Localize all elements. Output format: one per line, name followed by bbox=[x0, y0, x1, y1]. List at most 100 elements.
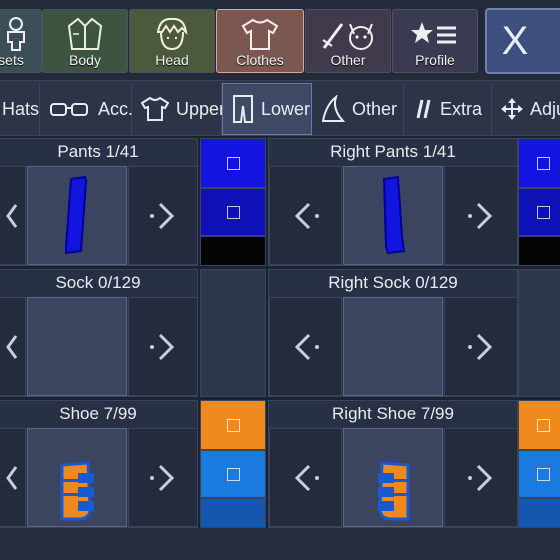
chevron-left-icon bbox=[294, 202, 319, 229]
sock-next-button[interactable] bbox=[128, 297, 198, 396]
bottom-strip bbox=[0, 528, 560, 560]
sock-prev-button[interactable] bbox=[0, 297, 26, 396]
tab-head-label: Head bbox=[155, 52, 189, 68]
chevron-left-icon bbox=[294, 464, 319, 491]
pants-color-primary[interactable] bbox=[200, 138, 266, 188]
right-shoe-title: Right Shoe 7/99 bbox=[269, 401, 517, 427]
shirt-icon bbox=[217, 16, 303, 52]
right-pants-prev-button[interactable] bbox=[269, 166, 342, 265]
close-button[interactable]: X bbox=[485, 8, 560, 74]
sock-preview[interactable] bbox=[27, 297, 127, 396]
tab-presets-label: sets bbox=[0, 52, 24, 68]
tab-presets[interactable]: sets bbox=[0, 9, 42, 73]
subtab-accessories[interactable]: Acc. bbox=[40, 83, 134, 135]
color-square-icon bbox=[227, 157, 240, 170]
right-shoe-next-button[interactable] bbox=[444, 428, 518, 527]
pants-color-secondary[interactable] bbox=[200, 188, 266, 236]
subtab-other-label: Other bbox=[352, 98, 398, 119]
tab-profile-label: Profile bbox=[415, 52, 455, 68]
subtab-accessories-label: Acc. bbox=[98, 98, 134, 119]
color-square-icon bbox=[537, 206, 550, 219]
shoe-color-primary[interactable] bbox=[200, 400, 266, 450]
pants-next-button[interactable] bbox=[128, 166, 198, 265]
right-shoe-preview[interactable] bbox=[343, 428, 443, 527]
shoe-item-image bbox=[60, 461, 94, 521]
chevron-right-icon bbox=[468, 202, 493, 229]
character-editor: sets Body Head Clothes Other Profile X H… bbox=[0, 0, 560, 560]
close-icon: X bbox=[501, 19, 529, 63]
pants-item-image bbox=[65, 175, 88, 255]
chevron-right-icon bbox=[468, 333, 493, 360]
tab-body-label: Body bbox=[69, 52, 101, 68]
color-square-icon bbox=[227, 419, 240, 432]
right-shoe-color-tertiary[interactable] bbox=[518, 498, 560, 528]
tab-profile[interactable]: Profile bbox=[392, 9, 478, 73]
shoe-preview[interactable] bbox=[27, 428, 127, 527]
chevron-right-icon bbox=[468, 464, 493, 491]
sock-title: Sock 0/129 bbox=[0, 270, 197, 296]
chevron-left-icon bbox=[5, 334, 17, 359]
shoe-color-tertiary[interactable] bbox=[200, 498, 266, 528]
right-shoe-prev-button[interactable] bbox=[269, 428, 342, 527]
shoe-next-button[interactable] bbox=[128, 428, 198, 527]
shoe-slot: Shoe 7/99 bbox=[0, 400, 198, 528]
tab-body[interactable]: Body bbox=[42, 9, 128, 73]
color-square-icon bbox=[537, 468, 550, 481]
jacket-icon bbox=[43, 16, 127, 52]
right-pants-color-secondary[interactable] bbox=[518, 188, 560, 236]
right-pants-preview[interactable] bbox=[343, 166, 443, 265]
right-pants-slot: Right Pants 1/41 bbox=[268, 138, 518, 266]
color-square-icon bbox=[227, 468, 240, 481]
color-square-icon bbox=[227, 206, 240, 219]
subtab-upper-label: Upper bbox=[176, 98, 226, 119]
right-shoe-slot: Right Shoe 7/99 bbox=[268, 400, 518, 528]
shark-fin-icon bbox=[321, 95, 346, 122]
right-pants-next-button[interactable] bbox=[444, 166, 518, 265]
chevron-left-icon bbox=[5, 465, 17, 490]
tab-other-label: Other bbox=[330, 52, 366, 68]
right-pants-item-image bbox=[382, 175, 406, 255]
tab-head[interactable]: Head bbox=[129, 9, 215, 73]
right-sock-title: Right Sock 0/129 bbox=[269, 270, 517, 296]
subtab-hats[interactable]: Hats bbox=[0, 83, 40, 135]
chevron-left-icon bbox=[294, 333, 319, 360]
pants-preview[interactable] bbox=[27, 166, 127, 265]
subtab-adjust-label: Adjus bbox=[530, 98, 560, 119]
pants-title: Pants 1/41 bbox=[0, 139, 197, 165]
right-sock-next-button[interactable] bbox=[444, 297, 518, 396]
sock-slot: Sock 0/129 bbox=[0, 269, 198, 397]
subtab-upper[interactable]: Upper bbox=[132, 83, 226, 135]
right-sock-prev-button[interactable] bbox=[269, 297, 342, 396]
glasses-icon bbox=[50, 103, 88, 116]
presets-icon bbox=[0, 16, 41, 52]
pants-color-tertiary[interactable] bbox=[200, 236, 266, 266]
chevron-left-icon bbox=[5, 203, 17, 228]
pants-icon bbox=[233, 95, 253, 123]
pants-prev-button[interactable] bbox=[0, 166, 26, 265]
color-square-icon bbox=[537, 419, 550, 432]
star-list-icon bbox=[393, 16, 477, 52]
subtab-lower-label: Lower bbox=[261, 98, 311, 119]
pants-slot: Pants 1/41 bbox=[0, 138, 198, 266]
right-pants-color-primary[interactable] bbox=[518, 138, 560, 188]
shoe-prev-button[interactable] bbox=[0, 428, 26, 527]
right-shoe-color-primary[interactable] bbox=[518, 400, 560, 450]
head-icon bbox=[130, 16, 214, 52]
tab-clothes[interactable]: Clothes bbox=[216, 9, 304, 73]
shoe-color-secondary[interactable] bbox=[200, 450, 266, 498]
right-sock-color-empty bbox=[518, 269, 560, 397]
subtab-lower[interactable]: Lower bbox=[222, 83, 312, 135]
shoe-title: Shoe 7/99 bbox=[0, 401, 197, 427]
move-arrows-icon bbox=[501, 98, 523, 120]
subtab-extra[interactable]: Extra bbox=[404, 83, 492, 135]
right-pants-title: Right Pants 1/41 bbox=[269, 139, 517, 165]
subtab-other[interactable]: Other bbox=[312, 83, 404, 135]
right-shoe-color-secondary[interactable] bbox=[518, 450, 560, 498]
right-pants-color-tertiary[interactable] bbox=[518, 236, 560, 266]
subtab-adjust[interactable]: Adjus bbox=[492, 83, 560, 135]
tab-other[interactable]: Other bbox=[305, 9, 391, 73]
sock-color-empty bbox=[200, 269, 266, 397]
right-sock-preview[interactable] bbox=[343, 297, 443, 396]
chevron-right-icon bbox=[150, 202, 175, 229]
chevron-right-icon bbox=[150, 464, 175, 491]
